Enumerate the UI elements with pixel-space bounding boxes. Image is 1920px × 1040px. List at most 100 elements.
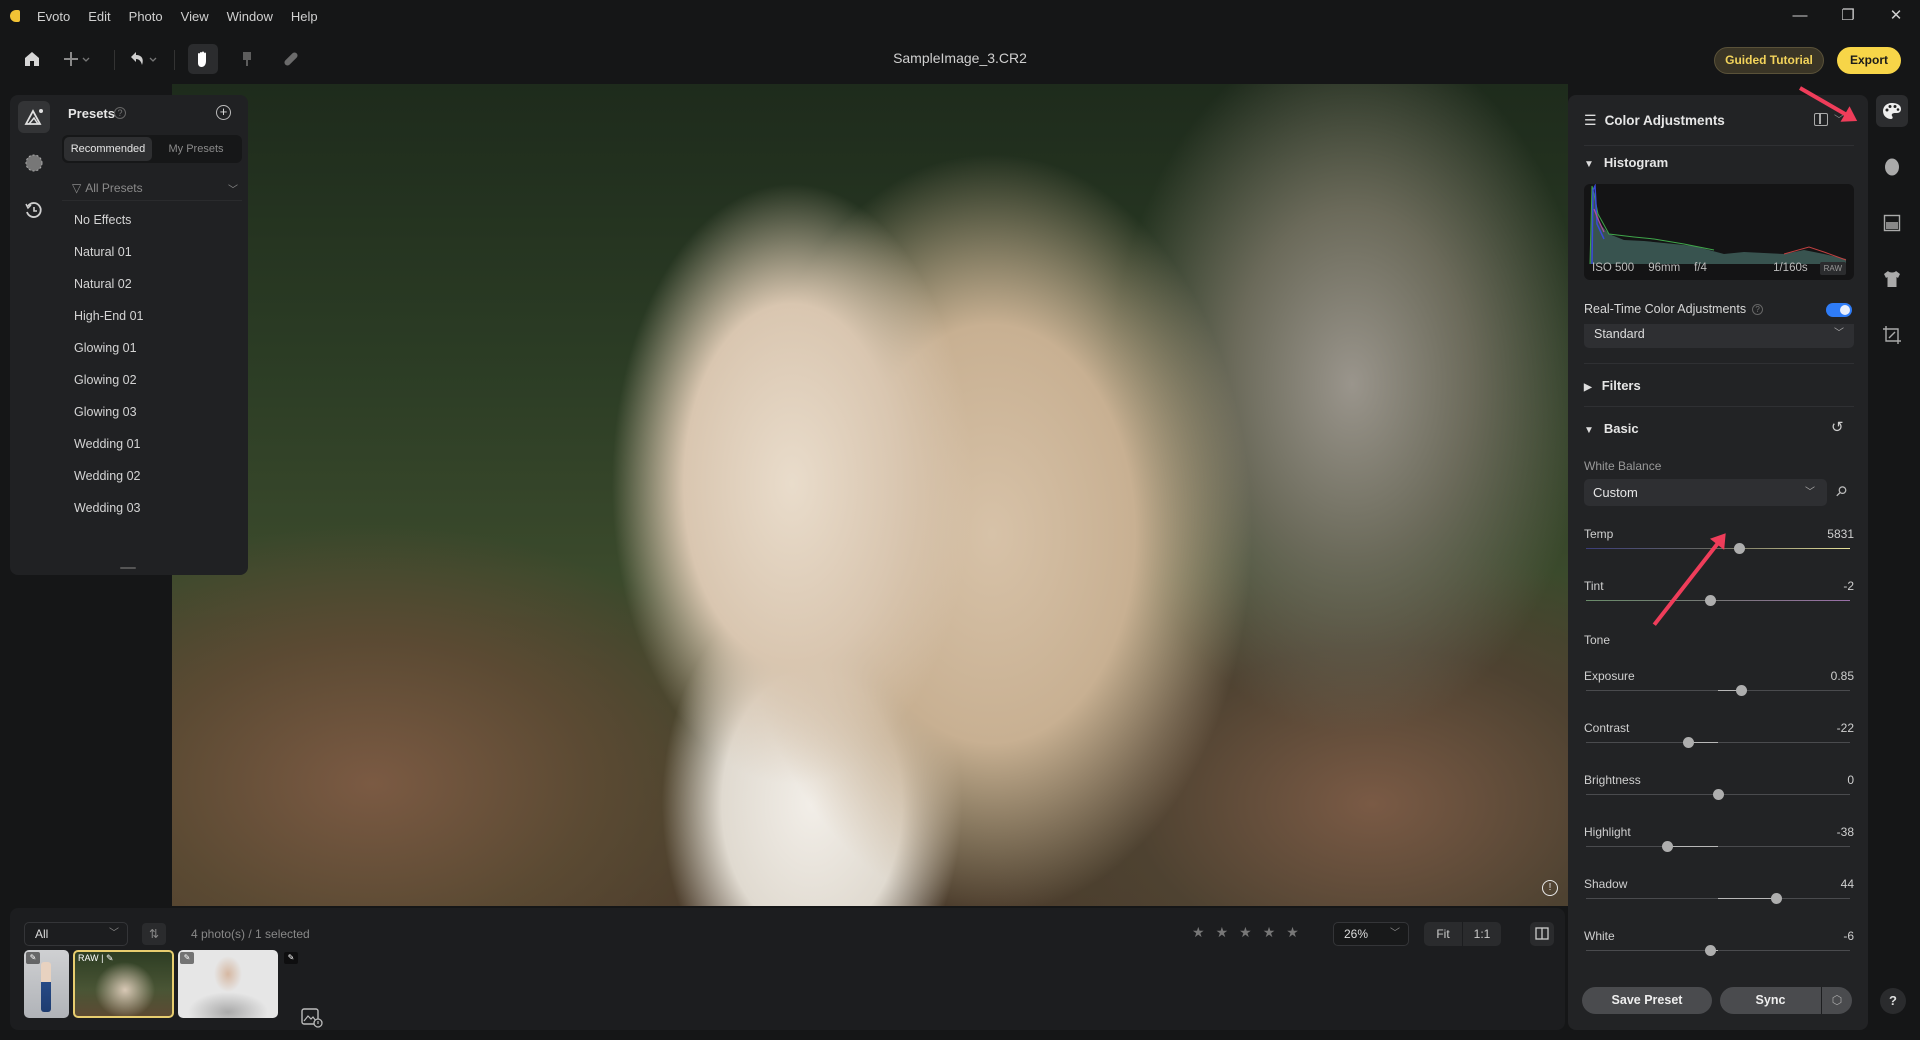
slider-label: Temp — [1584, 527, 1614, 541]
slider-label: White — [1584, 929, 1615, 943]
help-icon[interactable]: ? — [114, 107, 126, 119]
menu-edit[interactable]: Edit — [79, 9, 119, 24]
thumbnail-strip: ✎ RAW | ✎ ✎ ✎ — [24, 950, 300, 1018]
thumbnail[interactable]: ✎ — [282, 950, 300, 1018]
preset-item[interactable]: High-End 01 — [74, 304, 244, 336]
slider-thumb[interactable] — [1704, 595, 1716, 606]
basic-section-header[interactable]: ▼ Basic — [1584, 421, 1639, 436]
chevron-down-icon: ﹀ — [109, 928, 119, 939]
slider-value[interactable]: 44 — [1841, 877, 1854, 891]
slider-thumb[interactable] — [1770, 893, 1782, 904]
menu-window[interactable]: Window — [218, 9, 282, 24]
photo-info-icon[interactable]: ! — [1542, 880, 1558, 896]
slider-thumb[interactable] — [1662, 841, 1674, 852]
crop-icon[interactable] — [1876, 319, 1908, 351]
slider-thumb[interactable] — [1704, 945, 1716, 956]
zoom-select[interactable]: 26% ﹀ — [1333, 922, 1409, 946]
slider-value[interactable]: -6 — [1843, 929, 1854, 943]
preset-item[interactable]: Glowing 03 — [74, 400, 244, 432]
realtime-toggle[interactable] — [1826, 303, 1852, 317]
preset-filter-dropdown[interactable]: ▽ All Presets ﹀ — [62, 175, 242, 201]
menu-photo[interactable]: Photo — [120, 9, 172, 24]
preset-item[interactable]: Glowing 01 — [74, 336, 244, 368]
white-slider[interactable]: White -6 — [1584, 929, 1854, 969]
slider-value[interactable]: 5831 — [1827, 527, 1854, 541]
star-icon[interactable]: ★ — [1286, 924, 1299, 941]
compare-view-button[interactable] — [1530, 922, 1554, 946]
history-icon[interactable] — [18, 195, 50, 227]
reset-icon[interactable]: ↺ — [1831, 418, 1844, 436]
slider-track[interactable] — [1586, 600, 1850, 601]
slider-value[interactable]: -2 — [1843, 579, 1854, 593]
sync-button[interactable]: Sync — [1720, 987, 1822, 1014]
preset-item[interactable]: Natural 02 — [74, 272, 244, 304]
masks-icon[interactable] — [18, 147, 50, 179]
thumbnail[interactable]: ✎ — [178, 950, 278, 1018]
slider-value[interactable]: 0 — [1847, 773, 1854, 787]
export-button[interactable]: Export — [1837, 47, 1901, 74]
slider-value[interactable]: -38 — [1837, 825, 1854, 839]
fit-button[interactable]: Fit — [1424, 922, 1463, 946]
thumbnail-selected[interactable]: RAW | ✎ — [73, 950, 174, 1018]
star-icon[interactable]: ★ — [1263, 924, 1276, 941]
thumbnail[interactable]: ✎ — [24, 950, 69, 1018]
tab-my-presets[interactable]: My Presets — [152, 137, 240, 161]
tab-recommended[interactable]: Recommended — [64, 137, 152, 161]
color-palette-icon[interactable] — [1876, 95, 1908, 127]
contrast-slider[interactable]: Contrast -22 — [1584, 721, 1854, 761]
close-button[interactable]: ✕ — [1872, 0, 1920, 32]
shadow-slider[interactable]: Shadow 44 — [1584, 877, 1854, 917]
menu-help[interactable]: Help — [282, 9, 327, 24]
guided-tutorial-button[interactable]: Guided Tutorial — [1714, 47, 1824, 74]
preset-item[interactable]: Glowing 02 — [74, 368, 244, 400]
slider-thumb[interactable] — [1683, 737, 1695, 748]
tint-slider[interactable]: Tint -2 — [1584, 579, 1854, 619]
slider-track[interactable] — [1586, 950, 1850, 951]
clothing-icon[interactable] — [1876, 263, 1908, 295]
slider-thumb[interactable] — [1712, 789, 1724, 800]
star-icon[interactable]: ★ — [1216, 924, 1229, 941]
face-icon[interactable] — [1876, 151, 1908, 183]
presets-icon[interactable] — [18, 101, 50, 133]
sync-settings-icon[interactable]: ⬡ — [1822, 987, 1852, 1014]
image-info-icon[interactable] — [301, 1008, 325, 1030]
sort-button[interactable]: ⇅ — [142, 923, 166, 945]
menu-view[interactable]: View — [172, 9, 218, 24]
add-preset-button[interactable]: + — [216, 105, 231, 120]
menu-evoto[interactable]: Evoto — [28, 9, 79, 24]
histogram-section-header[interactable]: ▼ Histogram — [1584, 155, 1668, 170]
preset-item[interactable]: Natural 01 — [74, 240, 244, 272]
one-to-one-button[interactable]: 1:1 — [1463, 922, 1501, 946]
exposure-slider[interactable]: Exposure 0.85 — [1584, 669, 1854, 709]
eyedropper-icon[interactable]: ⚲ — [1831, 482, 1851, 501]
background-icon[interactable] — [1876, 207, 1908, 239]
slider-track[interactable] — [1586, 742, 1850, 743]
slider-track[interactable] — [1586, 846, 1850, 847]
help-button[interactable]: ? — [1880, 988, 1906, 1014]
split-view-icon[interactable] — [1814, 113, 1828, 126]
color-adjustments-panel: ☰ Color Adjustments ﹀ ▼ Histogram ISO 500… — [1568, 95, 1868, 1030]
star-icon[interactable]: ★ — [1239, 924, 1252, 941]
highlight-slider[interactable]: Highlight -38 — [1584, 825, 1854, 865]
profile-select[interactable]: Standard ﹀ — [1584, 324, 1854, 348]
filters-section-header[interactable]: ▶ Filters — [1584, 378, 1641, 393]
restore-button[interactable]: ❐ — [1824, 0, 1872, 32]
filmstrip-filter-select[interactable]: All ﹀ — [24, 922, 128, 946]
brightness-slider[interactable]: Brightness 0 — [1584, 773, 1854, 813]
slider-track[interactable] — [1586, 548, 1850, 549]
slider-thumb[interactable] — [1733, 543, 1745, 554]
star-icon[interactable]: ★ — [1192, 924, 1205, 941]
preset-item[interactable]: Wedding 03 — [74, 496, 244, 528]
resize-handle[interactable] — [120, 567, 136, 569]
minimize-button[interactable]: — — [1776, 0, 1824, 32]
preset-item[interactable]: Wedding 02 — [74, 464, 244, 496]
preset-item[interactable]: No Effects — [74, 208, 244, 240]
save-preset-button[interactable]: Save Preset — [1582, 987, 1712, 1014]
photo-canvas[interactable]: ! — [172, 84, 1568, 906]
slider-thumb[interactable] — [1736, 685, 1748, 696]
help-icon[interactable]: ? — [1752, 304, 1764, 315]
slider-value[interactable]: 0.85 — [1831, 669, 1854, 683]
white-balance-select[interactable]: Custom ﹀ — [1584, 479, 1827, 506]
preset-item[interactable]: Wedding 01 — [74, 432, 244, 464]
slider-value[interactable]: -22 — [1837, 721, 1854, 735]
